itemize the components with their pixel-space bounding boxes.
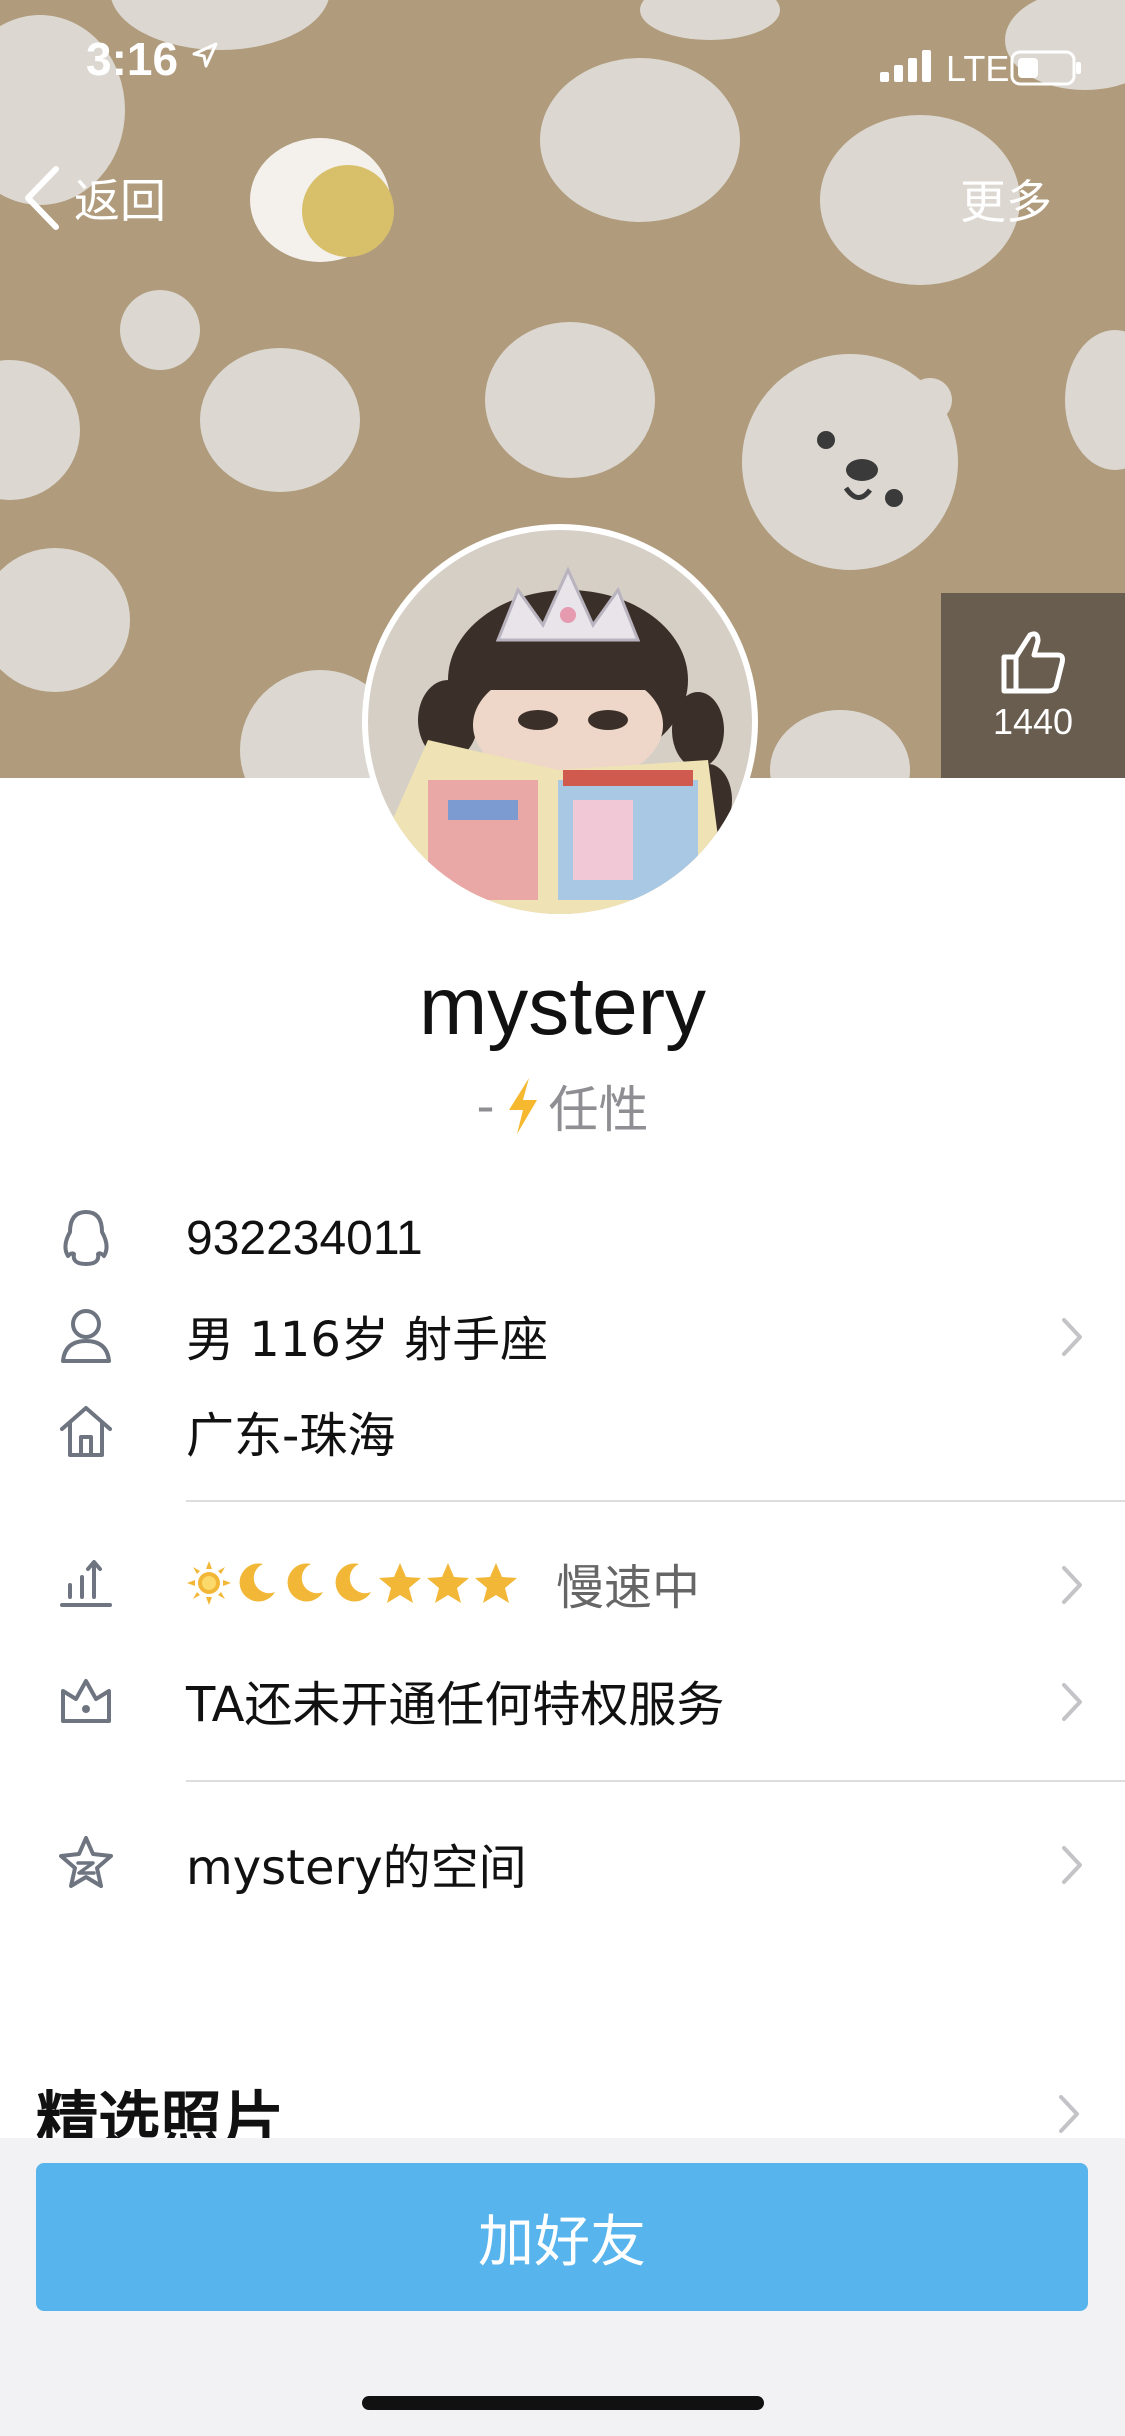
signature-text: 任性 [548,1081,649,1139]
chevron-right-icon [1062,1683,1082,1721]
section-divider [186,1500,1125,1502]
like-count: 1440 [992,700,1074,742]
chevron-right-icon [1062,1566,1082,1604]
like-button[interactable]: 1440 [941,593,1125,778]
qzone-star-icon [56,1833,116,1893]
level-status: 慢速中 [556,1560,701,1616]
chevron-right-icon [1062,1846,1082,1884]
lightning-bolt-icon [508,1078,537,1134]
home-indicator[interactable] [362,2396,764,2410]
thumbs-up-icon [1001,630,1065,693]
battery-icon [1010,50,1081,86]
network-label: LTE [946,48,1010,89]
moon-icon [335,1563,371,1602]
avatar-image [368,530,752,914]
qq-number-row: 932234011 [0,1190,1125,1286]
profile-name: mystery [419,961,706,1052]
level-row[interactable]: 慢速中 [0,1535,1125,1631]
privilege-text: TA还未开通任何特权服务 [186,1677,725,1733]
back-label: 返回 [74,174,166,228]
signature-line: - 任性 [0,1070,1125,1142]
moon-icon [287,1563,323,1602]
space-row[interactable]: mystery的空间 [0,1815,1125,1911]
space-link: mystery的空间 [186,1840,527,1896]
section-divider [186,1780,1125,1782]
signature-dash: - [476,1077,495,1135]
sun-icon [187,1561,231,1605]
home-icon [56,1401,116,1461]
location-row: 广东-珠海 [0,1383,1125,1479]
back-button[interactable]: 返回 [22,160,222,236]
location-text: 广东-珠海 [186,1408,396,1464]
add-friend-button[interactable]: 加好友 [36,2163,1088,2311]
basic-info: 男 116岁 射手座 [186,1312,549,1368]
privilege-row[interactable]: TA还未开通任何特权服务 [0,1652,1125,1748]
level-chart-icon [56,1553,116,1613]
person-icon [56,1305,116,1365]
star-icon [379,1563,421,1603]
chevron-right-icon [1062,1318,1082,1356]
chevron-left-icon [25,166,59,230]
penguin-icon [56,1208,116,1268]
more-button[interactable]: 更多 [960,166,1052,230]
star-icon [427,1563,469,1603]
signal-strength-icon [880,50,931,82]
basic-info-row[interactable]: 男 116岁 射手座 [0,1287,1125,1383]
qq-number: 932234011 [186,1211,423,1265]
star-icon [475,1563,517,1603]
chevron-right-icon[interactable] [1058,2094,1080,2134]
moon-icon [239,1563,275,1602]
status-time: 3:16 [86,33,179,85]
avatar[interactable] [368,530,752,914]
level-icons [186,1560,520,1606]
crown-icon [56,1670,116,1730]
location-arrow-icon [192,42,218,68]
